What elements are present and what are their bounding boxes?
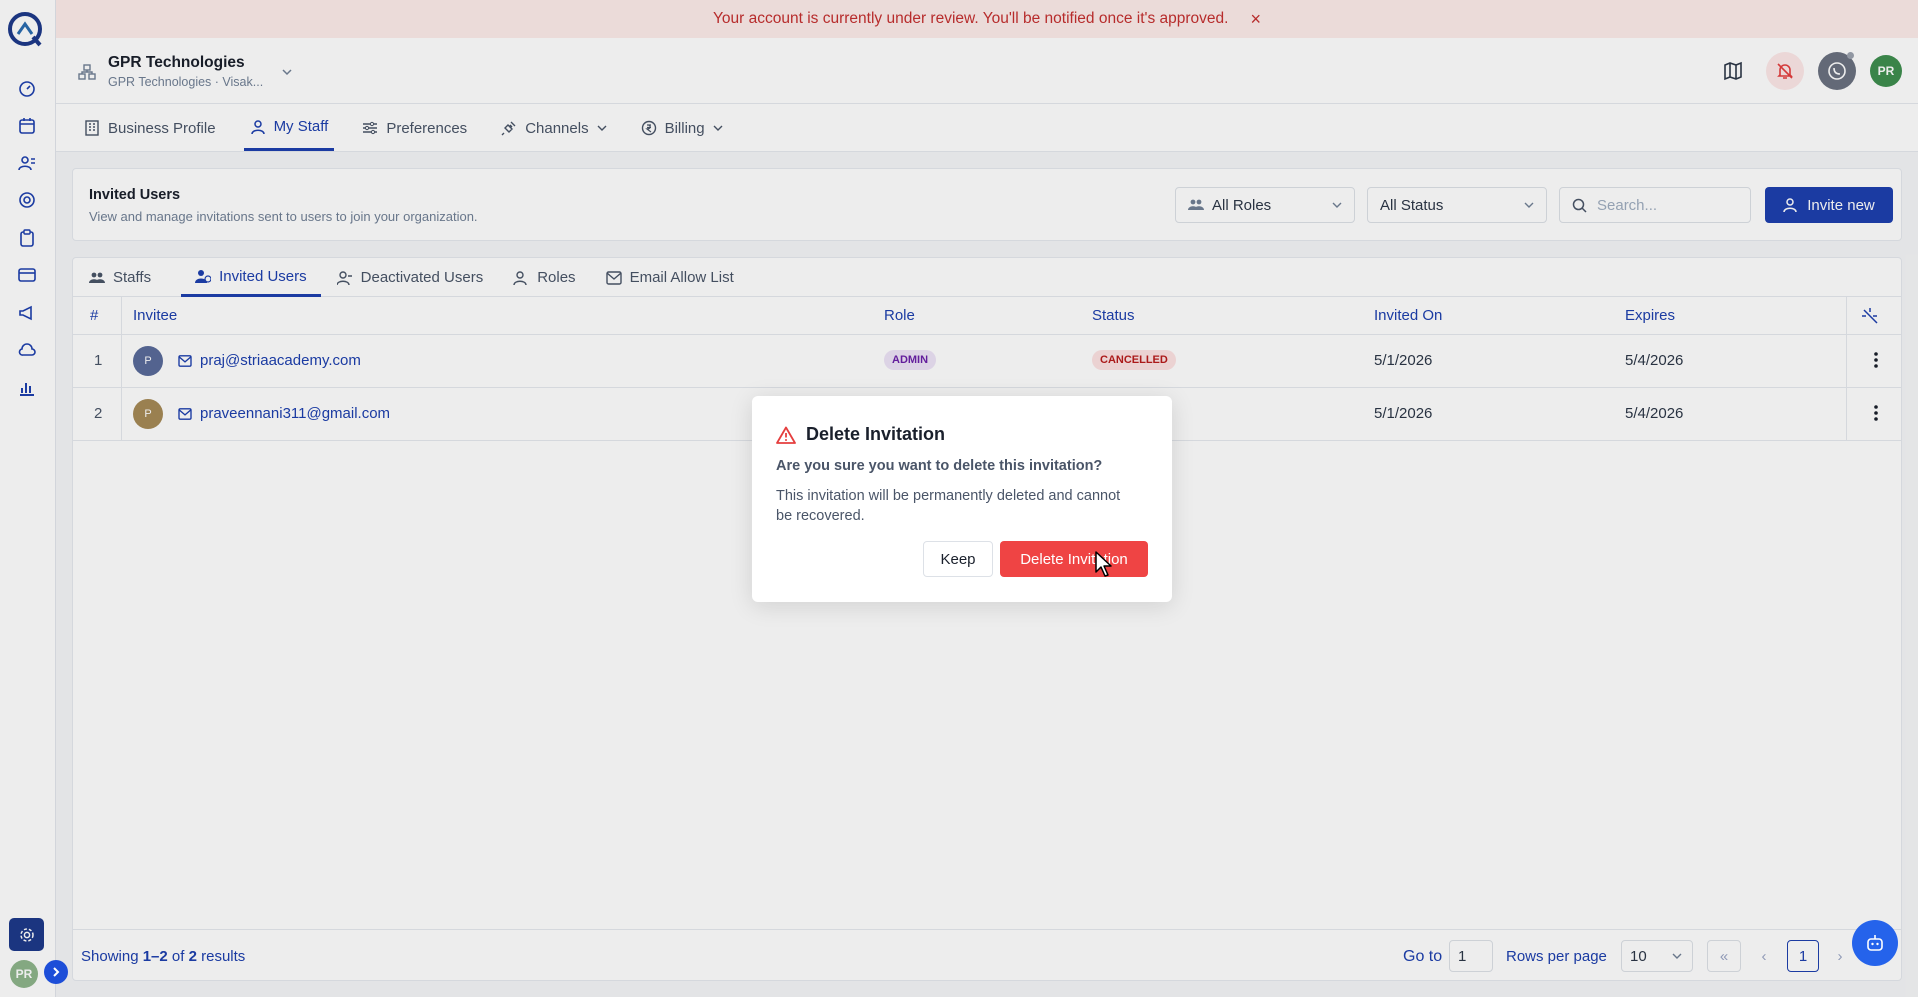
dialog-description: This invitation will be permanently dele…	[776, 488, 1121, 524]
chatbot-icon[interactable]	[1852, 920, 1898, 966]
expand-sidebar-chevron-icon[interactable]	[44, 960, 68, 984]
mouse-cursor-icon	[1094, 550, 1116, 578]
keep-button[interactable]: Keep	[923, 541, 993, 577]
dialog-question: Are you sure you want to delete this inv…	[776, 458, 1103, 474]
dialog-title: Delete Invitation	[806, 424, 946, 444]
delete-invitation-button[interactable]: Delete Invitation	[1000, 541, 1148, 577]
warning-triangle-icon	[776, 426, 796, 444]
